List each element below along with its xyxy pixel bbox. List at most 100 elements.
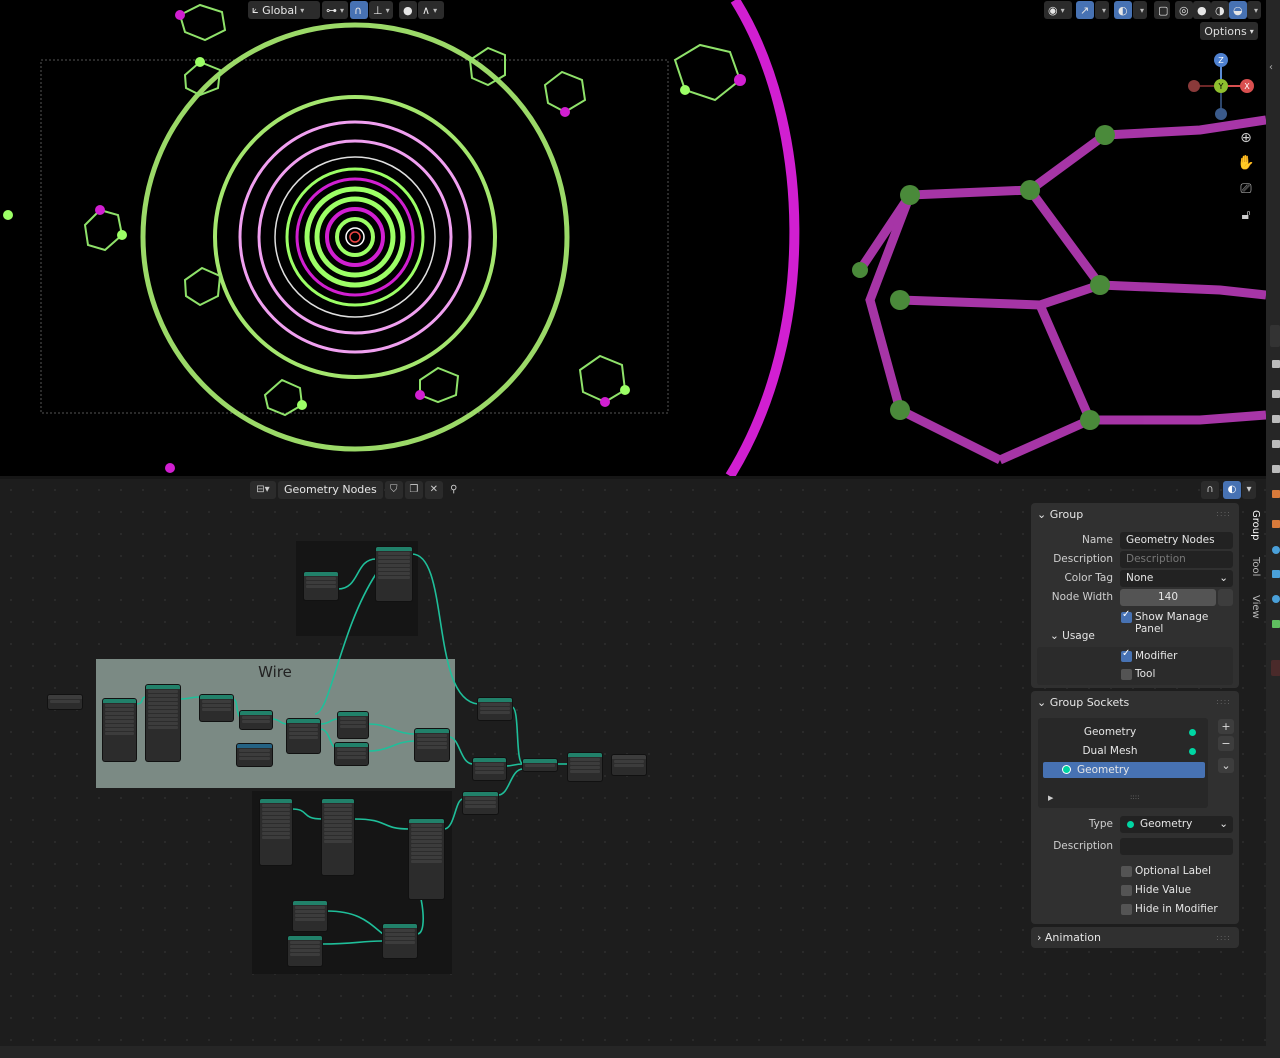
falloff-dropdown[interactable]: ∧ ▾	[418, 1, 444, 19]
proportional-edit-toggle[interactable]: ●	[399, 1, 417, 19]
navigation-gizmo[interactable]: Z Y X	[1185, 50, 1257, 122]
lock-icon[interactable]: 🔓︎	[1236, 205, 1256, 225]
node-canvas[interactable]: Wire	[0, 479, 1030, 1046]
node-set-material-mid[interactable]	[473, 758, 506, 780]
tool-checkbox[interactable]	[1121, 669, 1132, 680]
output-icon[interactable]	[1272, 390, 1280, 398]
node-transform-geometry-bottom[interactable]	[322, 799, 354, 875]
node-curve-to-mesh[interactable]	[415, 729, 449, 761]
constraints-icon[interactable]	[1272, 595, 1280, 603]
shading-rendered-button[interactable]: ◒	[1229, 1, 1247, 19]
object-icon[interactable]	[1272, 490, 1280, 498]
zoom-icon[interactable]: ⊕	[1236, 128, 1256, 148]
sidebar-tab-tool[interactable]: Tool	[1247, 557, 1261, 576]
node-mesh-line[interactable]	[260, 799, 292, 865]
drag-grip-icon[interactable]: ::::	[1216, 697, 1231, 706]
reset-width-button[interactable]	[1218, 589, 1233, 606]
sidebar-tab-group[interactable]: Group	[1247, 510, 1261, 540]
name-field[interactable]: Geometry Nodes	[1120, 532, 1233, 549]
node-transform-geometry-wire[interactable]	[146, 685, 180, 761]
group-sockets-panel-header[interactable]: ⌄ Group Sockets	[1037, 696, 1129, 709]
usage-subpanel-header[interactable]: ⌄ Usage	[1050, 630, 1095, 642]
animation-panel-header[interactable]: › Animation	[1037, 931, 1101, 944]
hide-value-checkbox[interactable]	[1121, 885, 1132, 896]
overlays-dropdown[interactable]: ▾	[1133, 1, 1147, 19]
drag-grip-icon[interactable]: ::::	[1216, 933, 1231, 942]
node-overlays-toggle[interactable]: ◐	[1223, 481, 1241, 499]
properties-tab-tool[interactable]	[1270, 325, 1280, 347]
sidebar-tab-view[interactable]: View	[1247, 595, 1261, 619]
scene-icon[interactable]	[1272, 440, 1280, 448]
node-tree-browse-button[interactable]: ⊟▾	[250, 481, 276, 499]
description-field[interactable]: Description	[1120, 551, 1233, 568]
socket-item-output-geometry[interactable]: Geometry	[1050, 724, 1170, 740]
modifier-checkbox[interactable]	[1121, 648, 1132, 662]
render-icon[interactable]	[1272, 360, 1280, 368]
visibility-dropdown[interactable]: ◉ ▾	[1044, 1, 1072, 19]
node-width-field[interactable]: 140	[1120, 589, 1216, 606]
pin-button[interactable]: ⚲	[445, 481, 463, 499]
pivot-point-dropdown[interactable]: ⊶ ▾	[322, 1, 348, 19]
node-curve-to-mesh-bottom[interactable]	[383, 924, 417, 958]
socket-type-dropdown[interactable]: Geometry ⌄	[1120, 816, 1233, 833]
node-set-material-top[interactable]	[478, 698, 512, 720]
data-icon[interactable]	[1272, 620, 1280, 628]
material-icon[interactable]	[1271, 660, 1280, 676]
node-join-geometry[interactable]	[523, 759, 557, 771]
snap-node-toggle[interactable]: ∩	[1201, 481, 1219, 499]
node-instance-on-points-top[interactable]	[376, 547, 412, 601]
particles-icon[interactable]	[1272, 546, 1280, 554]
node-curve-circle-bottom[interactable]	[288, 936, 322, 966]
color-tag-dropdown[interactable]: None ⌄	[1120, 570, 1233, 587]
expand-arrow-icon[interactable]: ▶	[1048, 794, 1053, 802]
unlink-button[interactable]: ✕	[424, 481, 443, 499]
node-group-output[interactable]	[612, 755, 646, 775]
duplicate-button[interactable]: ❐	[404, 481, 423, 499]
socket-item-dual-mesh[interactable]: Dual Mesh	[1050, 743, 1170, 759]
node-cylinder[interactable]	[103, 699, 136, 761]
drag-grip-icon[interactable]: ::::	[1216, 509, 1231, 518]
node-separate-geometry[interactable]	[287, 719, 320, 753]
socket-list[interactable]: Geometry Dual Mesh Geometry ▶ ::::	[1038, 718, 1208, 808]
gizmo-neg-z-axis[interactable]	[1215, 108, 1227, 120]
socket-item-input-geometry[interactable]: Geometry	[1043, 762, 1205, 778]
node-set-material-bottom[interactable]	[463, 792, 498, 814]
camera-icon[interactable]: ⎚	[1236, 179, 1256, 199]
socket-specials-dropdown[interactable]: ⌄	[1218, 758, 1234, 773]
gizmo-neg-x-axis[interactable]	[1188, 80, 1200, 92]
shading-material-button[interactable]: ◑	[1211, 1, 1229, 19]
node-dual-mesh[interactable]	[240, 711, 272, 729]
group-panel-header[interactable]: ⌄ Group	[1037, 508, 1083, 521]
transform-orientation-dropdown[interactable]: ⟀ Global ▾	[248, 1, 320, 19]
view-layer-icon[interactable]	[1272, 415, 1280, 423]
modifiers-icon[interactable]	[1272, 520, 1280, 528]
snap-toggle[interactable]: ∩	[350, 1, 368, 19]
fake-user-button[interactable]: ⛉	[384, 481, 403, 499]
hide-in-modifier-checkbox[interactable]	[1121, 904, 1132, 915]
options-dropdown[interactable]: Options ▾	[1200, 22, 1258, 40]
add-socket-button[interactable]: +	[1218, 719, 1234, 734]
node-overlays-dropdown[interactable]: ▾	[1242, 481, 1256, 499]
animation-panel[interactable]: › Animation ::::	[1031, 927, 1239, 948]
node-group-input[interactable]	[48, 695, 82, 709]
collapse-arrow-icon[interactable]: ‹	[1269, 62, 1273, 73]
shading-wireframe-button[interactable]: ◎	[1175, 1, 1193, 19]
gizmo-toggle[interactable]: ↗	[1076, 1, 1094, 19]
3d-viewport[interactable]: ⟀ Global ▾ ⊶ ▾ ∩ ⊥ ▾ ● ∧ ▾ ◉ ▾ ↗ ▾ ◐ ▾ ▢ ◎ ● …	[0, 0, 1266, 476]
node-triangulate[interactable]	[200, 695, 233, 721]
xray-toggle[interactable]: ▢	[1154, 1, 1170, 19]
node-quadratic-curve[interactable]	[293, 901, 327, 931]
physics-icon[interactable]	[1272, 570, 1280, 578]
node-mesh-to-curve[interactable]	[338, 712, 368, 738]
resize-grip-icon[interactable]: ::::	[1130, 793, 1139, 801]
world-icon[interactable]	[1272, 465, 1280, 473]
node-random-value[interactable]	[237, 744, 272, 766]
hand-pan-icon[interactable]: ✋	[1236, 153, 1256, 173]
overlays-toggle[interactable]: ◐	[1114, 1, 1132, 19]
socket-description-field[interactable]	[1120, 838, 1233, 855]
node-set-shade-smooth[interactable]	[568, 753, 602, 781]
optional-label-checkbox[interactable]	[1121, 866, 1132, 877]
shading-dropdown[interactable]: ▾	[1247, 1, 1261, 19]
show-manage-panel-checkbox[interactable]	[1121, 609, 1132, 623]
remove-socket-button[interactable]: −	[1218, 736, 1234, 751]
